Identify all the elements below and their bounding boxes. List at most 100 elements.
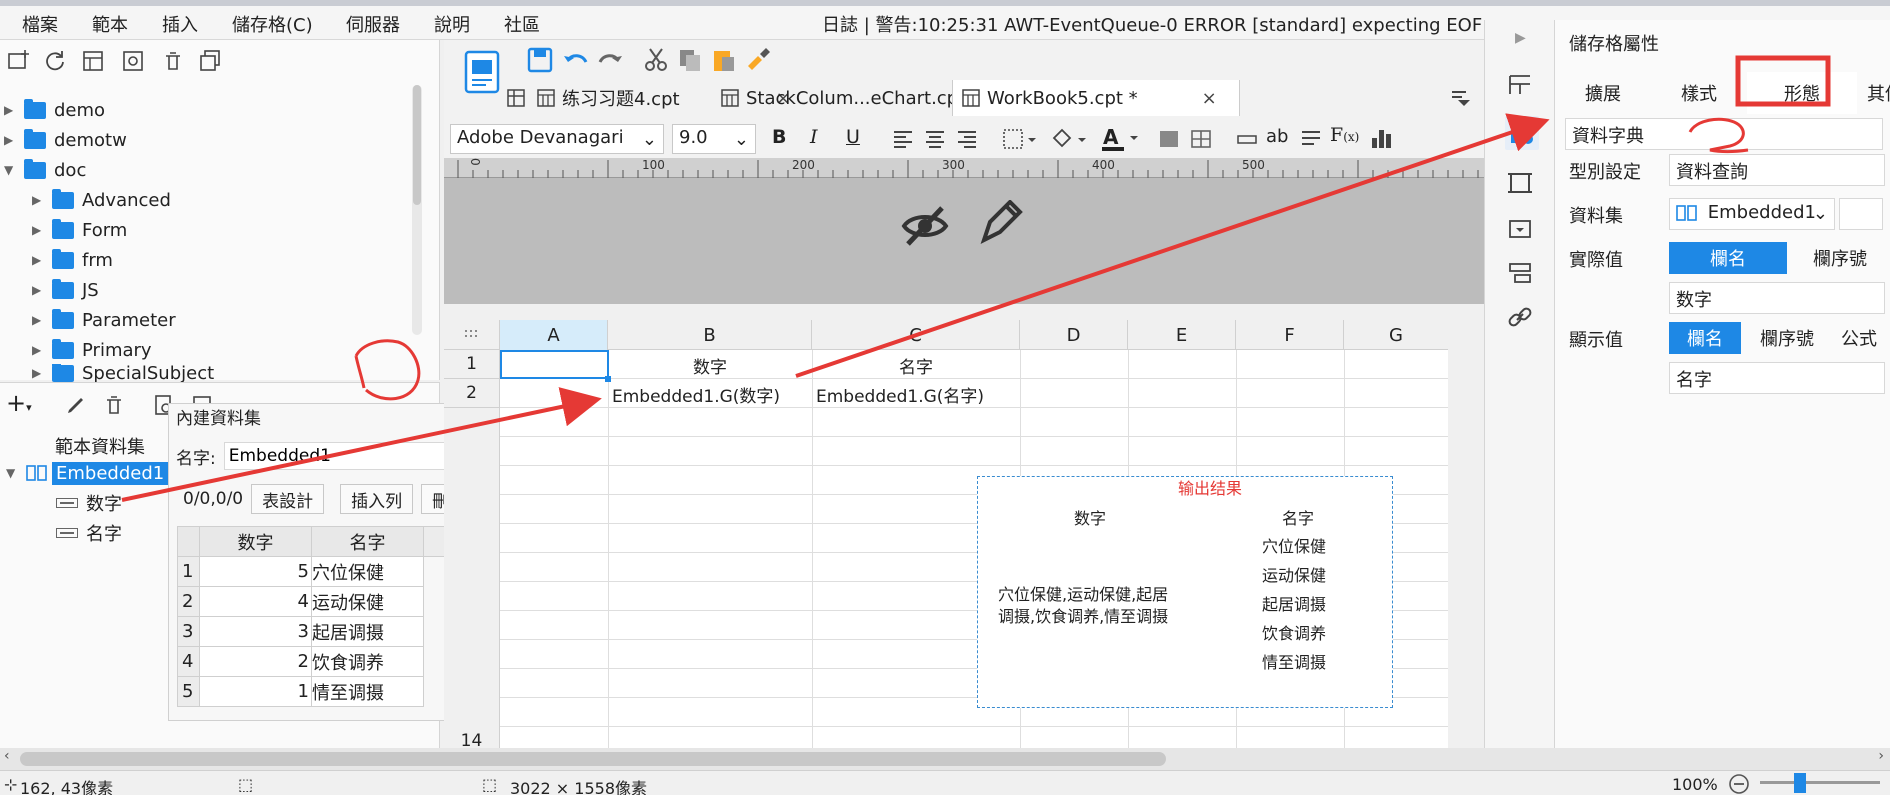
tree-item-frm[interactable]: ▶ frm [32, 246, 113, 274]
font-size-select[interactable]: 9.0 ⌄ [672, 124, 756, 154]
column-header-b[interactable]: B [608, 320, 812, 350]
add-dataset-icon[interactable]: +▾ [6, 389, 32, 417]
output-result-widget[interactable]: 输出结果 数字 名字 穴位保健,运动保健,起居 调摄,饮食调养,情至调摄 穴位保… [977, 476, 1393, 708]
menu-file[interactable]: 檔案 [22, 11, 58, 37]
dataset-select[interactable]: Embedded1 ⌄ [1669, 198, 1835, 230]
display-seg-formula[interactable]: 公式 [1833, 322, 1890, 354]
chart-icon[interactable] [1370, 126, 1394, 150]
selected-cell-a1[interactable] [500, 350, 609, 379]
cell-c1[interactable]: 名字 [812, 353, 1020, 378]
hide-icon[interactable] [900, 202, 950, 248]
grid-corner[interactable] [444, 320, 500, 350]
log-message[interactable]: 日誌 | 警告:10:25:31 AWT-EventQueue-0 ERROR … [822, 11, 1482, 37]
field-name[interactable]: 名字 [56, 519, 122, 547]
type-setting-select[interactable]: 資料查詢 [1669, 154, 1885, 186]
fill-color-icon[interactable] [1050, 128, 1090, 150]
delete-dataset-icon[interactable] [102, 393, 126, 417]
column-header-c[interactable]: C [812, 320, 1020, 350]
column-header-number[interactable]: 数字 [199, 526, 312, 557]
dataset-embedded1[interactable]: ▼ Embedded1 [6, 459, 169, 487]
tab-expand[interactable]: 擴展 [1555, 72, 1651, 114]
tab-other[interactable]: 其他 [1857, 72, 1890, 114]
display-value-field[interactable]: 名字 [1669, 362, 1885, 394]
display-seg-column-name[interactable]: 欄名 [1669, 322, 1741, 354]
menu-server[interactable]: 伺服器 [346, 11, 400, 37]
tree-item-primary[interactable]: ▶ Primary [32, 336, 152, 364]
zoom-slider[interactable] [1760, 781, 1880, 784]
tab-form[interactable]: 形態 [1747, 72, 1857, 114]
condition-icon[interactable] [1507, 260, 1533, 286]
cell-c2[interactable]: Embedded1.G(名字) [816, 382, 984, 407]
split-cells-icon[interactable] [1190, 128, 1212, 150]
border-icon[interactable] [1002, 128, 1038, 150]
cell-property-icon[interactable] [1507, 72, 1533, 98]
align-left-icon[interactable] [892, 128, 914, 150]
actual-seg-column-index[interactable]: 欄序號 [1787, 242, 1890, 274]
refresh-icon[interactable] [42, 48, 68, 74]
cell-number[interactable]: 2 [199, 646, 312, 677]
redo-icon[interactable] [596, 46, 624, 74]
textbox-icon[interactable] [1236, 130, 1258, 148]
collapse-icon[interactable]: ▶ [1515, 30, 1526, 46]
insert-row-button[interactable]: 插入列 [340, 484, 414, 514]
scroll-right-icon[interactable]: › [1878, 748, 1884, 764]
hyperlink-icon[interactable] [1507, 304, 1533, 330]
data-dictionary-field[interactable]: 資料字典 [1565, 118, 1883, 150]
tab-list-icon[interactable] [1448, 86, 1470, 108]
widget-icon[interactable] [1507, 216, 1533, 242]
menu-template[interactable]: 範本 [92, 11, 128, 37]
row-header-14[interactable]: 14 [444, 726, 500, 750]
menu-community[interactable]: 社區 [504, 11, 540, 37]
tree-item-form[interactable]: ▶ Form [32, 216, 127, 244]
tab-style[interactable]: 樣式 [1651, 72, 1747, 114]
row-index[interactable]: 2 [177, 586, 200, 617]
cell-number[interactable]: 3 [199, 616, 312, 647]
underline-icon[interactable]: U [846, 126, 860, 148]
italic-icon[interactable]: I [810, 126, 818, 148]
field-number[interactable]: 数字 [56, 489, 122, 517]
column-header-e[interactable]: E [1128, 320, 1236, 350]
zoom-slider-handle[interactable] [1794, 773, 1806, 793]
tab-workbook5[interactable]: WorkBook5.cpt * × [952, 80, 1240, 116]
formula-icon[interactable]: F(x) [1330, 124, 1359, 146]
cell-name[interactable]: 饮食调养 [311, 646, 424, 677]
copy-icon[interactable] [198, 48, 224, 74]
cell-number[interactable]: 5 [199, 556, 312, 587]
template-icon[interactable] [80, 48, 106, 74]
tree-item-demotw[interactable]: ▶ demotw [4, 126, 127, 154]
row-header-2[interactable]: 2 [444, 379, 500, 408]
table-design-button[interactable]: 表設計 [251, 484, 325, 514]
tree-item-advanced[interactable]: ▶ Advanced [32, 186, 171, 214]
format-painter-icon[interactable] [744, 46, 772, 74]
cell-name[interactable]: 穴位保健 [311, 556, 424, 587]
scroll-left-icon[interactable]: ‹ [4, 748, 10, 764]
actual-value-field[interactable]: 数字 [1669, 282, 1885, 314]
align-center-icon[interactable] [924, 128, 946, 150]
dataset-extra-button[interactable] [1839, 198, 1883, 230]
tree-item-js[interactable]: ▶ JS [32, 276, 99, 304]
copy-cell-icon[interactable] [676, 46, 704, 74]
close-icon[interactable]: × [1202, 88, 1217, 109]
bold-icon[interactable]: B [772, 126, 786, 148]
new-folder-icon[interactable] [6, 48, 32, 74]
menu-insert[interactable]: 插入 [162, 11, 198, 37]
column-header-g[interactable]: G [1344, 320, 1448, 350]
cut-icon[interactable] [642, 46, 670, 74]
cell-name[interactable]: 情至调摄 [311, 676, 424, 707]
display-seg-column-index[interactable]: 欄序號 [1741, 322, 1833, 354]
column-header-name[interactable]: 名字 [311, 526, 424, 557]
cell-b2[interactable]: Embedded1.G(数字) [612, 382, 780, 407]
actual-seg-column-name[interactable]: 欄名 [1669, 242, 1787, 274]
edit-header-icon[interactable] [978, 200, 1024, 248]
tree-item-demo[interactable]: ▶ demo [4, 96, 105, 124]
tree-item-specialsubject[interactable]: ▶ SpecialSubject [32, 364, 214, 382]
horizontal-scrollbar[interactable]: ‹ › [0, 748, 1890, 770]
cell-form-icon[interactable] [1505, 116, 1539, 150]
row-index[interactable]: 1 [177, 556, 200, 587]
column-header-f[interactable]: F [1236, 320, 1344, 350]
text-icon[interactable]: ab [1266, 126, 1288, 147]
save-icon[interactable] [526, 46, 554, 74]
column-header-a[interactable]: A [500, 320, 608, 350]
merge-cells-icon[interactable] [1158, 128, 1180, 150]
row-index[interactable]: 3 [177, 616, 200, 647]
